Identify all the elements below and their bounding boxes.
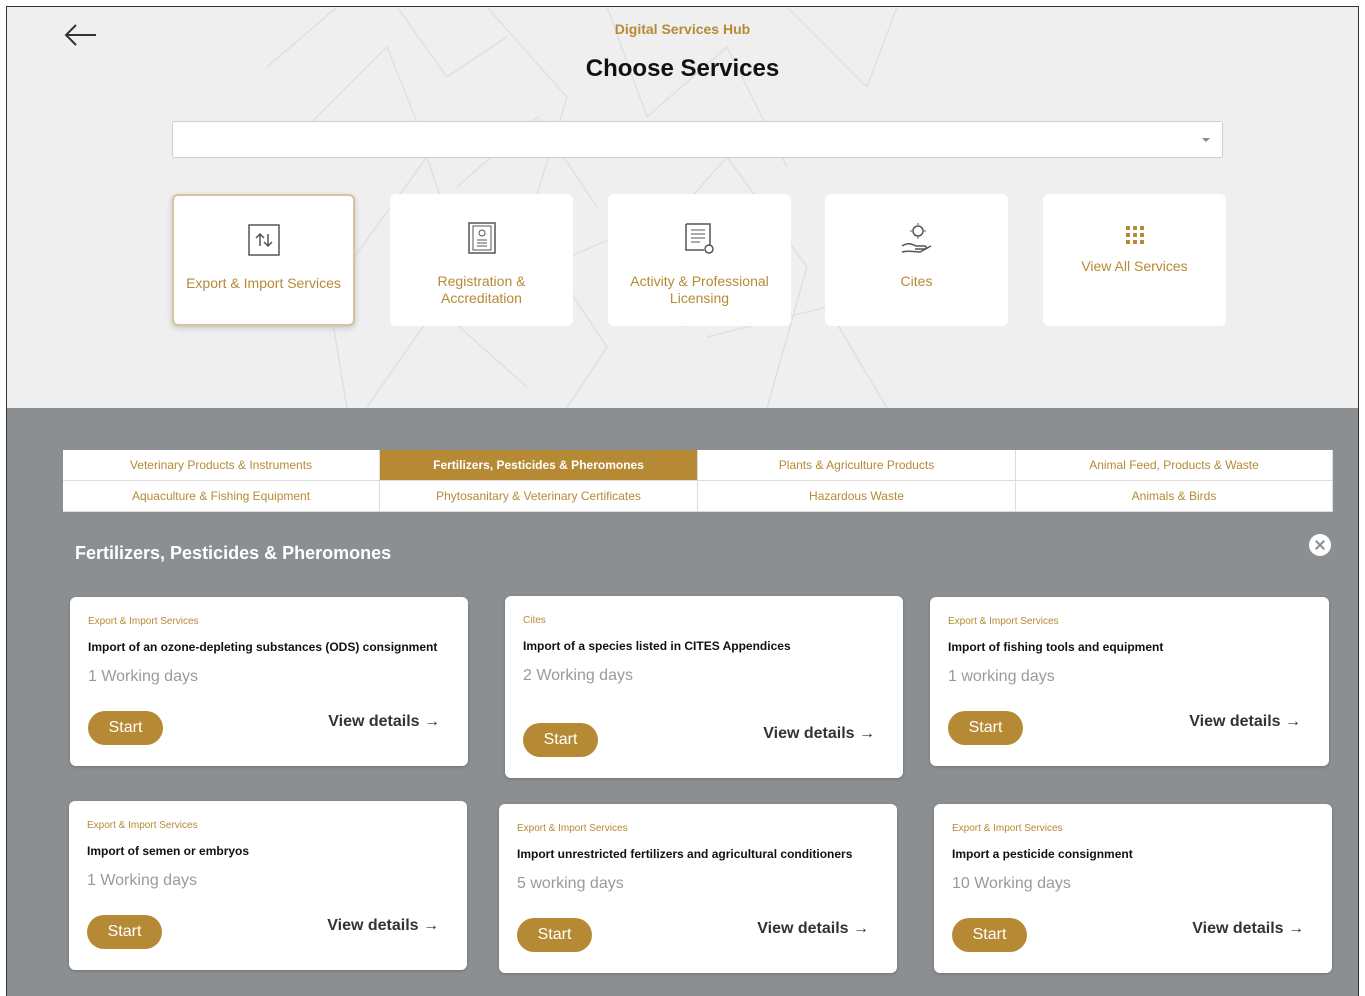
- service-title: Import of fishing tools and equipment: [948, 640, 1164, 654]
- service-category: Export & Import Services: [517, 823, 628, 834]
- tab-animals-birds[interactable]: Animals & Birds: [1016, 481, 1333, 512]
- category-label: View All Services: [1081, 258, 1188, 274]
- view-details-link[interactable]: View details →: [327, 917, 439, 935]
- category-label: Registration & Accreditation: [437, 273, 526, 306]
- dropdown-caret-icon: [1202, 138, 1210, 142]
- service-card: Export & Import Services Import of fishi…: [930, 597, 1329, 766]
- hub-title: Digital Services Hub: [614, 21, 751, 37]
- start-button[interactable]: Start: [952, 918, 1027, 952]
- start-button[interactable]: Start: [88, 711, 163, 745]
- export-import-icon: [174, 224, 353, 256]
- service-duration: 1 Working days: [88, 668, 198, 685]
- category-cites[interactable]: Cites: [825, 194, 1008, 326]
- category-label: Export & Import Services: [186, 275, 341, 291]
- section-title: Fertilizers, Pesticides & Pheromones: [75, 543, 392, 563]
- tab-hazardous-waste[interactable]: Hazardous Waste: [698, 481, 1016, 512]
- service-card: Export & Import Services Import of semen…: [69, 801, 467, 970]
- view-details-link[interactable]: View details →: [328, 713, 440, 731]
- service-duration: 1 working days: [948, 668, 1055, 685]
- service-category: Export & Import Services: [87, 820, 198, 831]
- licensing-icon: [608, 222, 791, 254]
- page-frame: Digital Services Hub Choose Services Exp…: [6, 6, 1359, 996]
- tab-plants-agriculture[interactable]: Plants & Agriculture Products: [698, 450, 1016, 481]
- view-details-link[interactable]: View details →: [757, 920, 869, 938]
- start-button[interactable]: Start: [517, 918, 592, 952]
- service-title: Import unrestricted fertilizers and agri…: [517, 847, 853, 861]
- category-label: Activity & Professional Licensing: [630, 273, 769, 306]
- category-view-all[interactable]: View All Services: [1043, 194, 1226, 326]
- start-button[interactable]: Start: [523, 723, 598, 757]
- view-details-link[interactable]: View details →: [1189, 713, 1301, 731]
- service-category: Export & Import Services: [952, 823, 1063, 834]
- service-duration: 2 Working days: [523, 667, 633, 684]
- service-category: Export & Import Services: [948, 616, 1059, 627]
- service-duration: 10 Working days: [952, 875, 1071, 892]
- category-licensing[interactable]: Activity & Professional Licensing: [608, 194, 791, 326]
- tab-fertilizers[interactable]: Fertilizers, Pesticides & Pheromones: [380, 450, 698, 481]
- service-duration: 5 working days: [517, 875, 624, 892]
- service-category: Export & Import Services: [88, 616, 199, 627]
- tab-aquaculture[interactable]: Aquaculture & Fishing Equipment: [63, 481, 380, 512]
- view-details-link[interactable]: View details →: [1192, 920, 1304, 938]
- tab-phytosanitary[interactable]: Phytosanitary & Veterinary Certificates: [380, 481, 698, 512]
- start-button[interactable]: Start: [948, 711, 1023, 745]
- tab-veterinary-products[interactable]: Veterinary Products & Instruments: [63, 450, 380, 481]
- service-card: Export & Import Services Import of an oz…: [70, 597, 468, 766]
- service-card: Export & Import Services Import a pestic…: [934, 804, 1332, 973]
- service-title: Import of semen or embryos: [87, 844, 250, 858]
- cites-icon: [825, 222, 1008, 254]
- close-icon[interactable]: [1309, 534, 1331, 556]
- service-title: Import of an ozone-depleting substances …: [88, 640, 438, 654]
- category-label: Cites: [900, 273, 933, 289]
- view-details-link[interactable]: View details →: [763, 725, 875, 743]
- service-card: Cites Import of a species listed in CITE…: [505, 596, 903, 778]
- service-duration: 1 Working days: [87, 872, 197, 889]
- service-title: Import a pesticide consignment: [952, 847, 1133, 861]
- service-search-select[interactable]: [172, 121, 1223, 158]
- category-export-import[interactable]: Export & Import Services: [172, 194, 355, 326]
- tab-animal-feed[interactable]: Animal Feed, Products & Waste: [1016, 450, 1333, 481]
- service-title: Import of a species listed in CITES Appe…: [523, 639, 791, 653]
- start-button[interactable]: Start: [87, 915, 162, 949]
- page-title: Choose Services: [585, 55, 780, 82]
- grid-icon: [1043, 226, 1226, 258]
- category-registration[interactable]: Registration & Accreditation: [390, 194, 573, 326]
- service-category: Cites: [523, 615, 546, 626]
- service-card: Export & Import Services Import unrestri…: [499, 804, 897, 973]
- subcategory-tabs: Veterinary Products & Instruments Fertil…: [63, 450, 1333, 512]
- hero-section: Digital Services Hub Choose Services Exp…: [7, 7, 1358, 408]
- registration-icon: [390, 222, 573, 254]
